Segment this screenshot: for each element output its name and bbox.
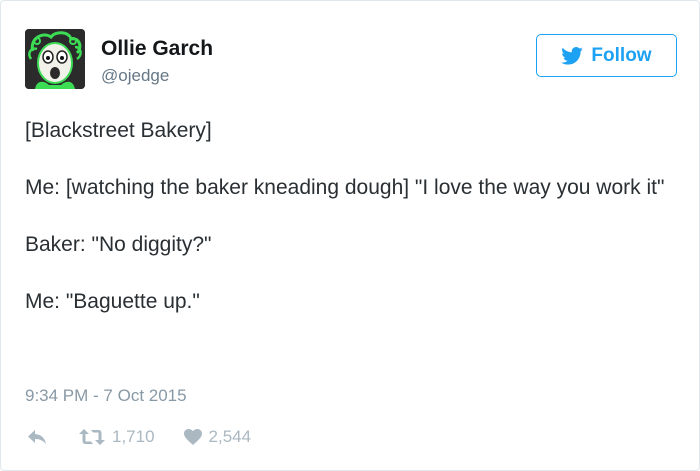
ghost-face-icon (25, 29, 85, 89)
follow-label: Follow (591, 44, 652, 66)
like-count: 2,544 (208, 427, 252, 446)
follow-button[interactable]: Follow (536, 34, 677, 77)
retweet-icon (79, 429, 105, 445)
tweet-timestamp[interactable]: 9:34 PM - 7 Oct 2015 (25, 385, 187, 407)
retweet-count: 1,710 (112, 427, 155, 446)
reply-button[interactable] (27, 429, 47, 445)
heart-icon (183, 429, 202, 445)
tweet-line: Me: "Baguette up." (25, 290, 200, 313)
tweet-line: Me: [watching the baker kneading dough] … (25, 176, 665, 199)
tweet-card: Ollie Garch @ojedge Follow [Blackstreet … (0, 0, 700, 471)
like-button[interactable]: 2,544 (183, 427, 252, 447)
avatar[interactable] (25, 29, 85, 89)
retweet-button[interactable]: 1,710 (79, 427, 155, 447)
user-handle[interactable]: @ojedge (101, 65, 169, 87)
display-name[interactable]: Ollie Garch (101, 36, 213, 62)
reply-icon (28, 430, 46, 444)
tweet-line: Baker: "No diggity?" (25, 233, 212, 256)
tweet-line: [Blackstreet Bakery] (25, 119, 212, 142)
tweet-actions: 1,710 2,544 (25, 426, 251, 448)
tweet-text: [Blackstreet Bakery] Me: [watching the b… (25, 116, 675, 317)
twitter-bird-icon (561, 46, 584, 65)
